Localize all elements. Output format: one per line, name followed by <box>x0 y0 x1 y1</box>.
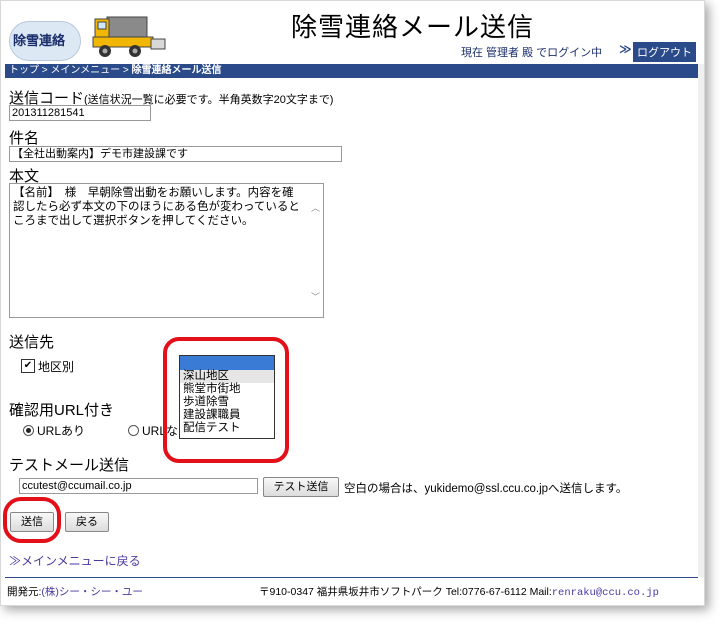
breadcrumb-top[interactable]: トップ <box>9 65 39 76</box>
footer-dev-link[interactable]: (株)シー・シー・ユー <box>41 586 143 598</box>
login-status: 現在 管理者 殿 でログイン中 <box>461 47 603 59</box>
footer-developer: 開発元:(株)シー・シー・ユー <box>7 584 143 599</box>
footer-contact: 〒910-0347 福井県坂井市ソフトパーク Tel:0776-67-6112 … <box>259 584 659 599</box>
url-label: 確認用URL付き <box>9 402 115 419</box>
test-send-button[interactable]: テスト送信 <box>263 477 339 497</box>
url-yes-label: URLあり <box>37 424 86 438</box>
body-text: 【名前】 様 早朝除雪出動をお願いします。内容を確認したら必ず本文の下のほうにあ… <box>13 187 300 227</box>
body-scrollbar[interactable]: ︿ ﹀ <box>308 185 322 316</box>
back-menu-link[interactable]: ≫メインメニューに戻る <box>9 552 141 569</box>
listbox-selected-row[interactable] <box>180 356 274 370</box>
listbox-option[interactable]: 配信テスト <box>180 422 274 435</box>
test-note: 空白の場合は、yukidemo@ssl.ccu.co.jpへ送信します。 <box>344 483 628 495</box>
dest-area-listbox-front[interactable]: 深山地区 熊堂市街地 歩道除雪 建設課職員 配信テスト <box>179 355 275 439</box>
logo-text: 除雪連絡 <box>13 33 66 48</box>
snowplow-truck-icon <box>92 16 166 57</box>
logout-button[interactable]: ログアウト <box>633 42 696 62</box>
site-logo[interactable]: 除雪連絡 <box>7 7 167 63</box>
page-frame: 除雪連絡 除雪連絡メール送信 現在 管理者 殿 でログイン中 ≫ ログアウト ト… <box>0 0 705 606</box>
double-chevron-icon: ≫ <box>9 554 22 568</box>
back-button[interactable]: 戻る <box>65 512 109 532</box>
url-no-radio[interactable] <box>128 425 139 436</box>
breadcrumb-separator: > <box>41 65 48 76</box>
test-label: テストメール送信 <box>9 457 130 474</box>
breadcrumb-menu[interactable]: メインメニュー <box>50 65 120 76</box>
test-email-input[interactable]: ccutest@ccumail.co.jp <box>19 478 258 494</box>
dest-label: 送信先 <box>9 334 55 351</box>
breadcrumb-current: 除雪連絡メール送信 <box>131 65 222 76</box>
listbox-option[interactable]: 建設課職員 <box>180 409 274 422</box>
page-title: 除雪連絡メール送信 <box>291 12 535 42</box>
body-textarea[interactable]: 【名前】 様 早朝除雪出動をお願いします。内容を確認したら必ず本文の下のほうにあ… <box>9 183 324 318</box>
page-scrollbar[interactable] <box>698 64 704 577</box>
breadcrumb: トップ > メインメニュー > 除雪連絡メール送信 <box>5 64 698 78</box>
footer-address: 〒910-0347 福井県坂井市ソフトパーク Tel:0776-67-6112 … <box>259 586 552 598</box>
scroll-down-icon[interactable]: ﹀ <box>311 290 320 304</box>
listbox-option[interactable]: 歩道除雪 <box>180 396 274 409</box>
subject-input[interactable]: 【全社出動案内】デモ市建設課です <box>9 146 342 162</box>
footer-dev-label: 開発元: <box>7 586 42 598</box>
dest-checkbox-label: 地区別 <box>38 360 75 374</box>
breadcrumb-separator: > <box>122 65 129 76</box>
url-yes-radio[interactable] <box>23 425 34 436</box>
listbox-option[interactable]: 深山地区 <box>180 370 274 383</box>
dest-area-checkbox[interactable]: ✔ <box>21 359 35 373</box>
send-highlight-ring <box>3 497 61 543</box>
double-chevron-icon: ≫ <box>619 42 632 56</box>
footer-mail-link[interactable]: renraku@ccu.co.jp <box>552 587 659 599</box>
code-input[interactable]: 201311281541 <box>9 105 151 121</box>
scroll-up-icon[interactable]: ︿ <box>311 201 320 215</box>
footer-divider <box>5 577 698 578</box>
subject-label: 件名 <box>9 130 40 147</box>
listbox-option[interactable]: 熊堂市街地 <box>180 383 274 396</box>
back-menu-text: メインメニューに戻る <box>21 554 141 568</box>
